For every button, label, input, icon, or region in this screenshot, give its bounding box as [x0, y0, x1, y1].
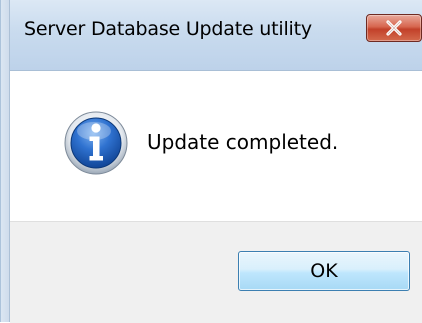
close-icon [367, 15, 421, 41]
title-bar[interactable]: Server Database Update utility [10, 0, 422, 70]
button-bar: OK [10, 221, 422, 323]
close-button[interactable] [366, 14, 422, 42]
message-text: Update completed. [147, 130, 339, 154]
message-area: Update completed. [10, 71, 422, 221]
ok-button[interactable]: OK [238, 251, 410, 291]
window-frame-left [0, 0, 10, 322]
dialog-body: Update completed. OK [10, 70, 422, 323]
info-icon [64, 111, 128, 175]
window-title: Server Database Update utility [24, 18, 312, 40]
message-dialog: Server Database Update utility Update co… [0, 0, 422, 323]
